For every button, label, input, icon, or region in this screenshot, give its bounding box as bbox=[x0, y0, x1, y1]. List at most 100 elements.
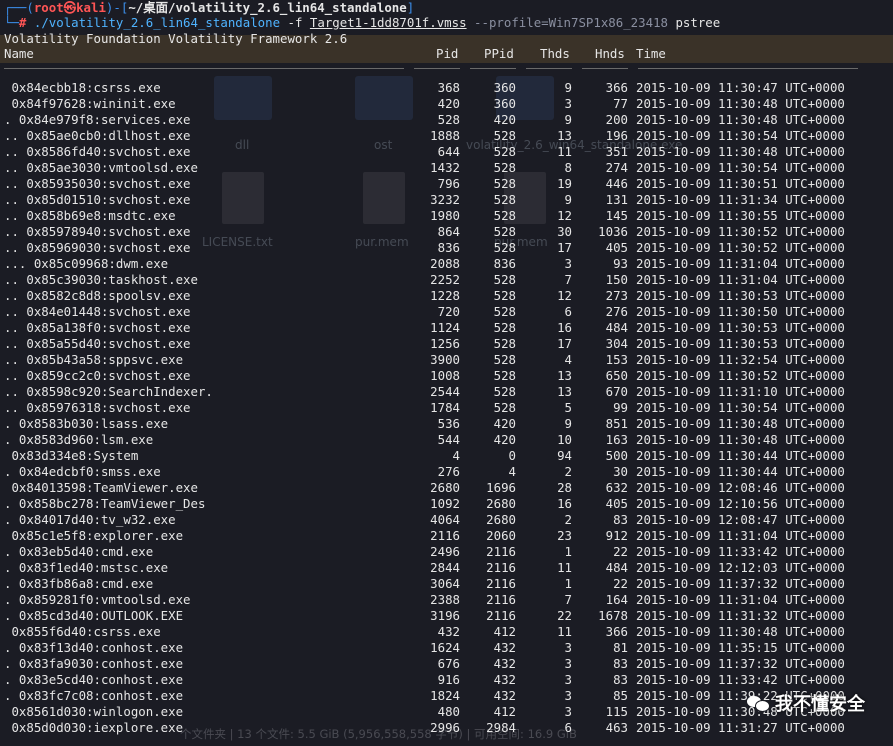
process-thds: 3 bbox=[564, 640, 572, 655]
process-name: .. 0x8598c920:SearchIndexer. bbox=[4, 384, 213, 399]
process-pid: 1980 bbox=[430, 208, 460, 223]
process-hnds: 405 bbox=[605, 240, 628, 255]
process-name: .. 0x8586fd40:svchost.exe bbox=[4, 144, 191, 159]
process-thds: 7 bbox=[564, 272, 572, 287]
process-row: . 0x84017d40:tv_w32.exe 4064 2680 2 83 2015-1… bbox=[0, 512, 893, 528]
process-name: . 0x83fa9030:conhost.exe bbox=[4, 656, 184, 671]
process-time: 2015-10-09 11:30:47 UTC+0000 bbox=[636, 80, 845, 95]
process-thds: 12 bbox=[557, 288, 572, 303]
process-pid: 720 bbox=[437, 304, 460, 319]
process-thds: 10 bbox=[557, 432, 572, 447]
process-ppid: 836 bbox=[493, 256, 516, 271]
process-thds: 9 bbox=[564, 192, 572, 207]
process-time: 2015-10-09 11:30:48 UTC+0000 bbox=[636, 96, 845, 111]
process-ppid: 412 bbox=[493, 704, 516, 719]
process-row: .. 0x85976318:svchost.exe 1784 528 5 99 2015-… bbox=[0, 400, 893, 416]
process-time: 2015-10-09 11:30:53 UTC+0000 bbox=[636, 320, 845, 335]
command-file-arg: Target1-1dd8701f.vmss bbox=[309, 15, 467, 30]
process-time: 2015-10-09 12:08:47 UTC+0000 bbox=[636, 512, 845, 527]
process-hnds: 83 bbox=[613, 672, 628, 687]
process-ppid: 360 bbox=[493, 96, 516, 111]
process-ppid: 2984 bbox=[486, 720, 516, 735]
process-name: 0x8561d030:winlogon.exe bbox=[4, 704, 184, 719]
process-ppid: 432 bbox=[493, 640, 516, 655]
process-hnds: 274 bbox=[605, 160, 628, 175]
process-thds: 30 bbox=[557, 224, 572, 239]
process-ppid: 420 bbox=[493, 432, 516, 447]
process-time: 2015-10-09 11:37:32 UTC+0000 bbox=[636, 656, 845, 671]
process-name: . 0x84edcbf0:smss.exe bbox=[4, 464, 161, 479]
process-ppid: 528 bbox=[493, 288, 516, 303]
process-ppid: 528 bbox=[493, 224, 516, 239]
process-hnds: 200 bbox=[605, 112, 628, 127]
process-ppid: 2116 bbox=[486, 592, 516, 607]
process-hnds: 366 bbox=[605, 80, 628, 95]
process-thds: 9 bbox=[564, 416, 572, 431]
process-name: .. 0x85a55d40:svchost.exe bbox=[4, 336, 191, 351]
process-time: 2015-10-09 11:30:54 UTC+0000 bbox=[636, 400, 845, 415]
process-name: ... 0x85c09968:dwm.exe bbox=[4, 256, 169, 271]
process-hnds: 93 bbox=[613, 256, 628, 271]
process-hnds: 150 bbox=[605, 272, 628, 287]
process-ppid: 528 bbox=[493, 304, 516, 319]
process-ppid: 0 bbox=[508, 448, 516, 463]
terminal-window[interactable]: dll ost volatility_2.6_win64_standalone.… bbox=[0, 0, 893, 746]
process-thds: 1 bbox=[564, 544, 572, 559]
process-pid: 1092 bbox=[430, 496, 460, 511]
process-hnds: 77 bbox=[613, 96, 628, 111]
process-time: 2015-10-09 11:31:04 UTC+0000 bbox=[636, 256, 845, 271]
process-ppid: 528 bbox=[493, 336, 516, 351]
process-row: . 0x83f13d40:conhost.exe 1624 432 3 81 2015-1… bbox=[0, 640, 893, 656]
process-hnds: 650 bbox=[605, 368, 628, 383]
process-thds: 16 bbox=[557, 496, 572, 511]
process-pid: 916 bbox=[437, 672, 460, 687]
process-pid: 528 bbox=[437, 112, 460, 127]
process-time: 2015-10-09 11:31:10 UTC+0000 bbox=[636, 384, 845, 399]
process-pid: 368 bbox=[437, 80, 460, 95]
process-row: 0x84ecbb18:csrss.exe 368 360 9 366 2015-10-09… bbox=[0, 80, 893, 96]
process-row: . 0x8583b030:lsass.exe 536 420 9 851 2015-10-… bbox=[0, 416, 893, 432]
process-ppid: 528 bbox=[493, 240, 516, 255]
process-row: .. 0x85ae0cb0:dllhost.exe 1888 528 13 196 201… bbox=[0, 128, 893, 144]
process-row: .. 0x85935030:svchost.exe 796 528 19 446 2015… bbox=[0, 176, 893, 192]
process-hnds: 22 bbox=[613, 576, 628, 591]
process-row: . 0x83fb86a8:cmd.exe 3064 2116 1 22 2015-10-0… bbox=[0, 576, 893, 592]
process-thds: 6 bbox=[564, 304, 572, 319]
process-thds: 6 bbox=[564, 720, 572, 735]
command-line[interactable]: └─# ./volatility_2.6_lin64_standalone -f… bbox=[4, 15, 720, 31]
process-ppid: 2116 bbox=[486, 560, 516, 575]
process-time: 2015-10-09 11:30:54 UTC+0000 bbox=[636, 128, 845, 143]
process-ppid: 432 bbox=[493, 672, 516, 687]
process-ppid: 420 bbox=[493, 112, 516, 127]
process-row: .. 0x85978940:svchost.exe 864 528 30 1036 201… bbox=[0, 224, 893, 240]
process-time: 2015-10-09 12:08:46 UTC+0000 bbox=[636, 480, 845, 495]
process-hnds: 115 bbox=[605, 704, 628, 719]
process-row: 0x85d0d030:iexplore.exe 2996 2984 6 463 2015-… bbox=[0, 720, 893, 736]
process-thds: 11 bbox=[557, 560, 572, 575]
command-profile-arg: --profile=Win7SP1x86_23418 bbox=[474, 15, 668, 30]
process-row: .. 0x84e01448:svchost.exe 720 528 6 276 2015-… bbox=[0, 304, 893, 320]
command-flag: -f bbox=[287, 15, 303, 30]
process-pid: 1784 bbox=[430, 400, 460, 415]
process-row: .. 0x85d01510:svchost.exe 3232 528 9 131 2015… bbox=[0, 192, 893, 208]
process-ppid: 528 bbox=[493, 272, 516, 287]
process-name: .. 0x85d01510:svchost.exe bbox=[4, 192, 191, 207]
process-ppid: 432 bbox=[493, 656, 516, 671]
process-thds: 11 bbox=[557, 144, 572, 159]
process-ppid: 528 bbox=[493, 208, 516, 223]
process-thds: 28 bbox=[557, 480, 572, 495]
prompt-path: ~/桌面/volatility_2.6_lin64_standalone bbox=[128, 0, 407, 15]
process-name: . 0x83f13d40:conhost.exe bbox=[4, 640, 184, 655]
process-thds: 3 bbox=[564, 704, 572, 719]
process-time: 2015-10-09 11:33:42 UTC+0000 bbox=[636, 672, 845, 687]
process-time: 2015-10-09 11:30:48 UTC+0000 bbox=[636, 432, 845, 447]
process-name: .. 0x858b69e8:msdtc.exe bbox=[4, 208, 176, 223]
process-ppid: 528 bbox=[493, 384, 516, 399]
process-hnds: 1678 bbox=[598, 608, 628, 623]
process-pid: 2844 bbox=[430, 560, 460, 575]
process-name: .. 0x85b43a58:sppsvc.exe bbox=[4, 352, 184, 367]
command-executable: ./volatility_2.6_lin64_standalone bbox=[33, 15, 281, 30]
process-name: . 0x858bc278:TeamViewer_Des bbox=[4, 496, 206, 511]
process-row: .. 0x85a55d40:svchost.exe 1256 528 17 304 201… bbox=[0, 336, 893, 352]
process-hnds: 145 bbox=[605, 208, 628, 223]
